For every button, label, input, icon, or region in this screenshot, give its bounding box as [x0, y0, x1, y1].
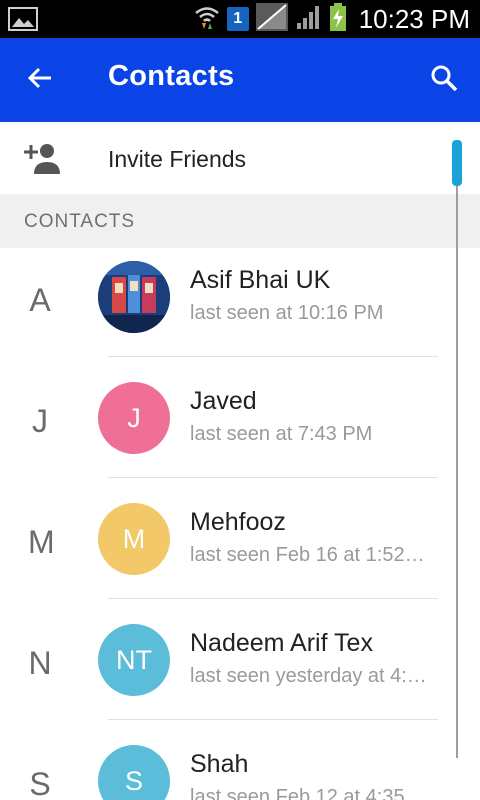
avatar: M	[98, 503, 170, 575]
list-item[interactable]: J J Javed last seen at 7:43 PM	[0, 369, 452, 490]
list-item[interactable]: A Asif Bhai UK last seen at 10:16 PM	[0, 248, 452, 369]
divider	[108, 356, 438, 357]
invite-friends-label: Invite Friends	[108, 146, 247, 172]
invite-friends-item[interactable]: Invite Friends	[0, 122, 480, 194]
search-button[interactable]	[422, 58, 466, 102]
wifi-icon	[193, 3, 221, 36]
arrow-back-icon	[26, 64, 54, 97]
index-letter: A	[29, 282, 51, 318]
last-seen-status: last seen at 7:43 PM	[190, 423, 373, 445]
contact-name: Shah	[190, 750, 249, 778]
list-item[interactable]: S S Shah last seen Feb 12 at 4:35	[0, 732, 452, 800]
divider	[108, 719, 438, 720]
scrollbar-track[interactable]	[456, 140, 458, 758]
index-letter: J	[32, 403, 48, 439]
battery-charging-icon	[329, 2, 347, 37]
contact-name: Asif Bhai UK	[190, 266, 331, 294]
no-signal-icon	[255, 2, 289, 37]
person-add-icon	[22, 140, 62, 176]
last-seen-status: last seen yesterday at 4:…	[190, 665, 427, 687]
last-seen-status: last seen at 10:16 PM	[190, 302, 384, 324]
contact-name: Mehfooz	[190, 508, 286, 536]
section-label: CONTACTS	[24, 211, 136, 232]
signal-icon	[295, 3, 323, 36]
index-letter: M	[28, 524, 55, 560]
gallery-icon	[8, 6, 38, 32]
last-seen-status: last seen Feb 16 at 1:52…	[190, 544, 425, 566]
avatar	[98, 261, 170, 333]
scrollbar-thumb[interactable]	[452, 140, 462, 186]
sim-icon: 1	[226, 7, 249, 31]
avatar: S	[98, 745, 170, 800]
page-title: Contacts	[108, 60, 235, 92]
avatar: NT	[98, 624, 170, 696]
contact-name: Javed	[190, 387, 257, 415]
avatar: J	[98, 382, 170, 454]
contact-name: Nadeem Arif Tex	[190, 629, 373, 657]
last-seen-status: last seen Feb 12 at 4:35	[190, 786, 405, 800]
back-button[interactable]	[18, 58, 62, 102]
list-item[interactable]: N NT Nadeem Arif Tex last seen yesterday…	[0, 611, 452, 732]
app-bar: Contacts	[0, 38, 480, 122]
divider	[108, 598, 438, 599]
section-header: CONTACTS	[0, 194, 480, 248]
search-icon	[429, 63, 459, 98]
clock: 10:23 PM	[358, 3, 470, 34]
divider	[108, 477, 438, 478]
index-letter: S	[29, 766, 51, 800]
index-letter: N	[28, 645, 52, 681]
status-bar: 1 10:23 PM	[0, 0, 480, 38]
list-item[interactable]: M M Mehfooz last seen Feb 16 at 1:52…	[0, 490, 452, 611]
